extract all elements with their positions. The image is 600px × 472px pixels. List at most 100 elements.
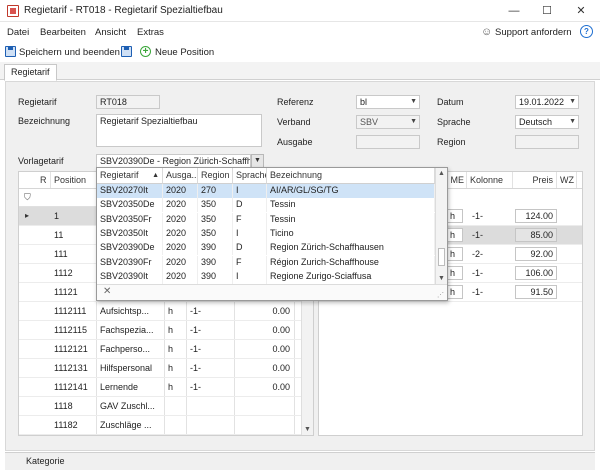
menu-datei[interactable]: Datei	[7, 27, 29, 38]
filter-icon[interactable]: ⛉	[24, 192, 31, 203]
table-row[interactable]: 1118 GAV Zuschl...	[19, 397, 303, 416]
preis-cell: 0.00	[235, 435, 295, 436]
me-cell[interactable]: h	[447, 285, 463, 299]
regietarif-cell: SBV20350Fr	[97, 212, 163, 227]
verband-combo[interactable]: SBV ▼	[356, 115, 420, 129]
preis-cell: 0.00	[235, 340, 295, 358]
preis-field[interactable]: 85.00	[515, 228, 557, 242]
kolonne-cell: -1-	[187, 302, 235, 320]
sprache-cell: F	[233, 212, 267, 227]
dropdown-option[interactable]: SBV20390De 2020 390 D Region Zürich-Schaffha…	[97, 241, 435, 256]
position-cell: 1	[51, 207, 97, 225]
kolonne-cell	[187, 397, 235, 415]
table-row[interactable]: 1112131 Hilfspersonal h -1- 0.00	[19, 359, 303, 378]
bezeichnung-cell: GAV Zuschl...	[97, 397, 165, 415]
bezeichnung-cell: Tessin	[267, 212, 435, 227]
tab-strip	[0, 62, 600, 80]
column-header-position[interactable]: Position	[51, 172, 97, 188]
dropdown-option[interactable]: SBV20350Fr 2020 350 F Tessin	[97, 212, 435, 227]
kategorie-tab[interactable]: Kategorie	[26, 456, 65, 466]
table-row[interactable]: 11182 Zuschläge ...	[19, 416, 303, 435]
table-row[interactable]: 1112115 Fachspezia... h -1- 0.00	[19, 321, 303, 340]
sprache-value: Deutsch	[519, 117, 553, 127]
preis-field[interactable]: 124.00	[515, 209, 557, 223]
sprache-cell: I	[233, 184, 267, 198]
position-cell: 11	[51, 226, 97, 244]
menu-extras[interactable]: Extras	[137, 27, 164, 38]
support-request-button[interactable]: Support anfordern	[495, 27, 572, 38]
save-close-icon[interactable]	[5, 46, 16, 57]
chevron-down-icon: ▼	[569, 98, 576, 105]
column-header-wz[interactable]: WZ	[557, 172, 577, 188]
regietarif-field[interactable]: RT018	[96, 95, 160, 109]
ausgabe-cell: 2020	[163, 226, 198, 241]
vorlagetarif-dropdown-button[interactable]: ▼	[251, 154, 264, 168]
preis-cell	[235, 397, 295, 415]
save-icon[interactable]	[121, 46, 132, 57]
table-row[interactable]: 1118211Überstund...h-1-0.00	[19, 435, 303, 436]
ausgabe-field[interactable]	[356, 135, 420, 149]
save-close-button[interactable]: Speichern und beenden	[19, 47, 120, 58]
dropdown-scrollbar[interactable]: ▲ ▼	[435, 168, 447, 284]
ausgabe-cell: 2020	[163, 184, 198, 198]
sprache-combo[interactable]: Deutsch ▼	[515, 115, 579, 129]
dropdown-option[interactable]: SBV20390It 2020 390 I Regione Zurigo-Sciaffu…	[97, 269, 435, 284]
me-cell[interactable]: h	[447, 247, 463, 261]
vorlagetarif-combo[interactable]: SBV20390De - Region Zürich-Schaffha...	[96, 154, 251, 168]
chevron-down-icon: ▼	[410, 118, 417, 125]
table-row[interactable]: 1112111 Aufsichtsp... h -1- 0.00	[19, 302, 303, 321]
me-cell[interactable]: h	[447, 228, 463, 242]
column-header-r[interactable]: R	[37, 172, 51, 188]
me-cell[interactable]: h	[447, 209, 463, 223]
bezeichnung-cell: Fachperso...	[97, 340, 165, 358]
bezeichnung-field[interactable]: Regietarif Spezialtiefbau	[96, 114, 262, 147]
sprache-cell: I	[233, 269, 267, 284]
scroll-down-icon[interactable]: ▼	[304, 426, 311, 433]
header-label: Regietarif	[100, 170, 139, 180]
dropdown-option[interactable]: SBV20390Fr 2020 390 F Région Zurich-Schaffho…	[97, 255, 435, 270]
einheit-cell: h	[165, 340, 187, 358]
dropdown-header-region[interactable]: Region	[198, 168, 233, 184]
menu-bearbeiten[interactable]: Bearbeiten	[40, 27, 86, 38]
minimize-button[interactable]: —	[497, 2, 531, 20]
bezeichnung-cell: Région Zurich-Schaffhouse	[267, 255, 435, 270]
sprache-cell: D	[233, 198, 267, 213]
scroll-thumb[interactable]	[438, 248, 445, 266]
clear-icon[interactable]: ✕	[103, 286, 111, 297]
vorlagetarif-dropdown-list[interactable]: Regietarif ▲ Ausga... Region Sprache Beze…	[96, 167, 448, 301]
support-icon[interactable]: ☺	[481, 26, 492, 38]
dropdown-header-sprache[interactable]: Sprache	[233, 168, 267, 184]
table-row[interactable]: 1112141 Lernende h -1- 0.00	[19, 378, 303, 397]
column-header-me[interactable]: ME	[447, 172, 467, 188]
maximize-button[interactable]: ☐	[530, 2, 564, 20]
help-icon[interactable]: ?	[580, 25, 593, 38]
close-button[interactable]: ✕	[564, 2, 598, 20]
datum-field[interactable]: 19.01.2022 ▼	[515, 95, 579, 109]
dropdown-header-bezeichnung[interactable]: Bezeichnung	[267, 168, 435, 184]
dropdown-header-regietarif[interactable]: Regietarif ▲	[97, 168, 163, 184]
scroll-up-icon[interactable]: ▲	[438, 170, 445, 177]
einheit-cell: h	[165, 378, 187, 396]
preis-field[interactable]: 106.00	[515, 266, 557, 280]
me-cell[interactable]: h	[447, 266, 463, 280]
preis-field[interactable]: 92.00	[515, 247, 557, 261]
dropdown-option[interactable]: SBV20350It 2020 350 I Ticino	[97, 226, 435, 241]
preis-field[interactable]: 91.50	[515, 285, 557, 299]
column-header-preis[interactable]: Preis	[513, 172, 557, 188]
tab-regietarif[interactable]: Regietarif	[4, 64, 57, 81]
dropdown-option[interactable]: SBV20350De 2020 350 D Tessin	[97, 198, 435, 213]
position-cell: 1112115	[51, 321, 97, 339]
region-field[interactable]	[515, 135, 579, 149]
add-icon[interactable]: +	[140, 46, 151, 57]
position-cell: 1118211	[51, 435, 97, 436]
scroll-down-icon[interactable]: ▼	[438, 275, 445, 282]
new-position-button[interactable]: Neue Position	[155, 47, 214, 58]
table-row[interactable]: 1112121 Fachperso... h -1- 0.00	[19, 340, 303, 359]
dropdown-header-ausgabe[interactable]: Ausga...	[163, 168, 198, 184]
column-header-kolonne[interactable]: Kolonne	[467, 172, 513, 188]
resize-grip-icon[interactable]: ⋰	[437, 291, 444, 299]
menu-ansicht[interactable]: Ansicht	[95, 27, 126, 38]
preis-cell: 0.00	[235, 359, 295, 377]
dropdown-option[interactable]: SBV20270It 2020 270 I AI/AR/GL/SG/TG	[97, 184, 435, 198]
referenz-combo[interactable]: bl ▼	[356, 95, 420, 109]
